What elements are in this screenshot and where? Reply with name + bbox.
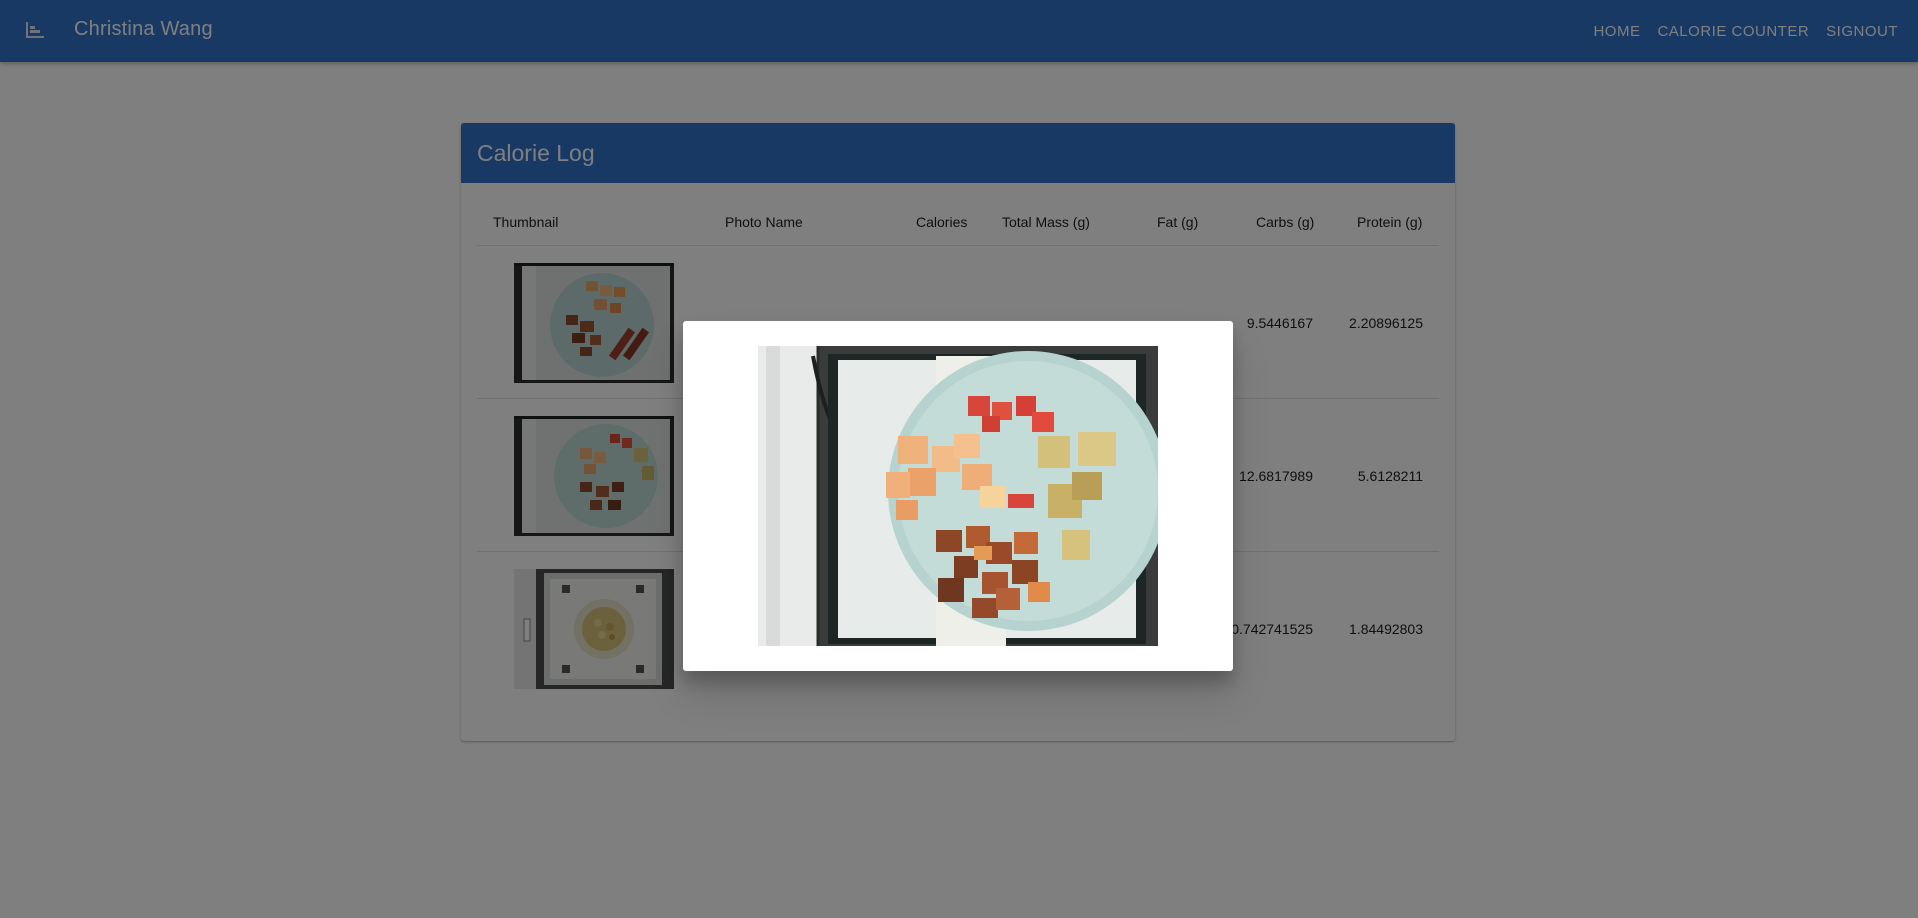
photo-preview-dialog [683,321,1233,671]
food-photo-preview [758,346,1158,646]
